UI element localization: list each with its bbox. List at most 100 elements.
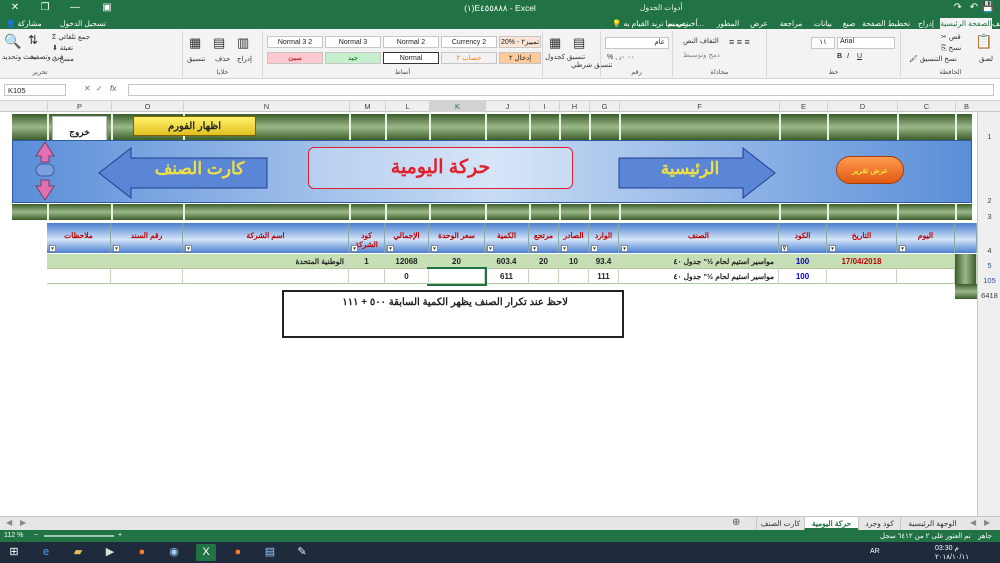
table-cell-date[interactable]: 17/04/2018 [827, 254, 897, 269]
column-header[interactable]: J [485, 101, 529, 112]
start-icon[interactable]: ⊞ [4, 544, 24, 561]
filter-dropdown-icon[interactable]: ▾ [487, 245, 494, 252]
format-cells-icon[interactable]: ▦ [189, 35, 201, 51]
number-format-select[interactable]: عام [605, 37, 669, 49]
clear-button[interactable]: ◇ مسح [52, 55, 74, 63]
main-page-label[interactable]: الرئيسية [635, 159, 745, 183]
zoom-out-icon[interactable]: − [34, 532, 38, 539]
close-icon[interactable]: ✕ [0, 1, 30, 16]
style-normal[interactable]: Normal [383, 52, 439, 64]
sheet-nav-left-icon[interactable]: ◀ [970, 518, 976, 527]
tab-view[interactable]: عرض [746, 18, 772, 29]
show-form-button[interactable]: اظهار الفورم [133, 116, 256, 136]
tab-home[interactable]: الصفحة الرئيسية [940, 18, 992, 29]
table-cell-price[interactable] [427, 267, 487, 286]
zoom-level[interactable]: 112 % [4, 532, 23, 539]
filter-dropdown-icon[interactable]: ▾ [561, 245, 568, 252]
maximize-icon[interactable]: ❐ [30, 1, 60, 16]
row-header[interactable]: 4 [978, 220, 1000, 255]
column-header[interactable]: B [955, 101, 977, 112]
clock-date[interactable]: ٢٠١٨/١٠/١١ [935, 553, 969, 561]
style-normal-2[interactable]: Normal 2 [383, 36, 439, 48]
cancel-entry-icon[interactable]: ✕ [84, 84, 91, 93]
paste-button[interactable]: لصق [979, 55, 993, 63]
table-cell-ret[interactable] [529, 269, 559, 284]
ie-icon[interactable]: e [36, 544, 56, 561]
align-icons[interactable]: ≡ ≡ ≡ [729, 37, 750, 47]
tab-review[interactable]: مراجعة [774, 18, 808, 29]
table-cell-total[interactable]: 12068 [385, 254, 429, 269]
sheet-tab-main[interactable]: الوجهة الرئيسية [900, 517, 964, 530]
column-header[interactable]: I [529, 101, 559, 112]
table-cell-doc[interactable] [111, 254, 183, 269]
column-header[interactable]: D [827, 101, 897, 112]
row-header[interactable]: 1 [978, 112, 1000, 141]
style-normal-3-2[interactable]: Normal 3 2 [267, 36, 323, 48]
filter-dropdown-icon[interactable]: ▾ [113, 245, 120, 252]
column-header[interactable]: O [111, 101, 183, 112]
format-painter-button[interactable]: 🖌 نسخ التنسيق [909, 55, 957, 63]
ribbon-options-icon[interactable]: ▣ [92, 1, 122, 16]
paint-icon[interactable]: ✎ [292, 544, 312, 561]
app-icon[interactable]: ◉ [164, 544, 184, 561]
table-cell-price[interactable]: 20 [429, 254, 485, 269]
column-header[interactable]: H [559, 101, 589, 112]
table-cell-in[interactable]: 93.4 [589, 254, 619, 269]
filter-dropdown-icon[interactable]: ▾ [185, 245, 192, 252]
style-normal-3[interactable]: Normal 3 [325, 36, 381, 48]
table-cell-company[interactable]: الوطنية المتحدة [183, 254, 349, 269]
filter-dropdown-icon[interactable]: ▾ [829, 245, 836, 252]
column-header[interactable]: G [589, 101, 619, 112]
sheet-tab-code-inventory[interactable]: كود وجرد [858, 517, 900, 530]
sort-filter-icon[interactable]: ⇅ [28, 33, 38, 47]
excel-taskbar-icon[interactable]: X [196, 544, 216, 561]
filter-dropdown-icon[interactable]: ▾ [431, 245, 438, 252]
table-cell-doc[interactable] [111, 269, 183, 284]
format-cells-button[interactable]: تنسيق [187, 55, 205, 63]
sheet-tab-daily[interactable]: حركة اليومية [804, 517, 858, 530]
find-select-icon[interactable]: 🔍 [4, 33, 21, 50]
table-cell-day[interactable] [897, 254, 955, 269]
scroll-updown-icon[interactable] [34, 140, 56, 202]
table-cell-notes[interactable] [47, 269, 111, 284]
table-cell-ret[interactable]: 20 [529, 254, 559, 269]
table-cell-comp_code[interactable]: 1 [349, 254, 385, 269]
row-header[interactable]: 5 [978, 254, 1000, 270]
column-header[interactable]: P [47, 101, 111, 112]
copy-button[interactable]: ⎘ نسخ [941, 44, 961, 53]
table-cell-out[interactable] [559, 269, 589, 284]
table-cell-item[interactable]: مواسير استيم لحام ½" جدول ٤٠ [619, 269, 779, 284]
sign-in-link[interactable]: تسجيل الدخول [60, 19, 106, 28]
table-cell-code[interactable]: 100 [779, 269, 827, 284]
sheet-nav-right-icon[interactable]: ▶ [984, 518, 990, 527]
item-card-label[interactable]: كارت الصنف [132, 159, 267, 183]
media-icon[interactable]: ▶ [100, 544, 120, 561]
autosum-button[interactable]: Σ جمع تلقائي [52, 33, 90, 41]
insert-cells-button[interactable]: إدراج [237, 55, 252, 63]
table-cell-qty[interactable]: 611 [485, 269, 529, 284]
table-cell-company[interactable] [183, 269, 349, 284]
filter-dropdown-icon[interactable]: ▾ [531, 245, 538, 252]
style-accent2-20[interactable]: 20% - تمييز٢ [499, 36, 541, 48]
table-cell-comp_code[interactable] [349, 269, 385, 284]
tab-page-layout[interactable]: تخطيط الصفحة [860, 18, 912, 29]
bold-icon[interactable]: B [837, 53, 842, 60]
firefox-icon[interactable]: ● [132, 544, 152, 561]
style-currency-2[interactable]: Currency 2 [441, 36, 497, 48]
name-box[interactable]: K105 [4, 84, 66, 96]
column-header[interactable]: N [183, 101, 349, 112]
undo-icon[interactable]: ↶ [970, 2, 978, 13]
delete-cells-icon[interactable]: ▤ [213, 35, 225, 51]
filter-dropdown-icon[interactable]: ▾ [387, 245, 394, 252]
paste-icon[interactable]: 📋 [975, 33, 992, 50]
row-header[interactable]: 3 [978, 204, 1000, 221]
italic-icon[interactable]: I [847, 53, 849, 60]
network-app-icon[interactable]: ▤ [260, 544, 280, 561]
underline-icon[interactable]: U [857, 53, 862, 60]
cut-button[interactable]: ✂ قص [941, 33, 961, 41]
table-cell-in[interactable]: 111 [589, 269, 619, 284]
format-as-table-button[interactable]: تنسيق كجدول [545, 53, 585, 61]
filter-dropdown-icon[interactable]: ▾ [591, 245, 598, 252]
table-cell-code[interactable]: 100 [779, 254, 827, 269]
column-header[interactable]: K [429, 101, 485, 112]
